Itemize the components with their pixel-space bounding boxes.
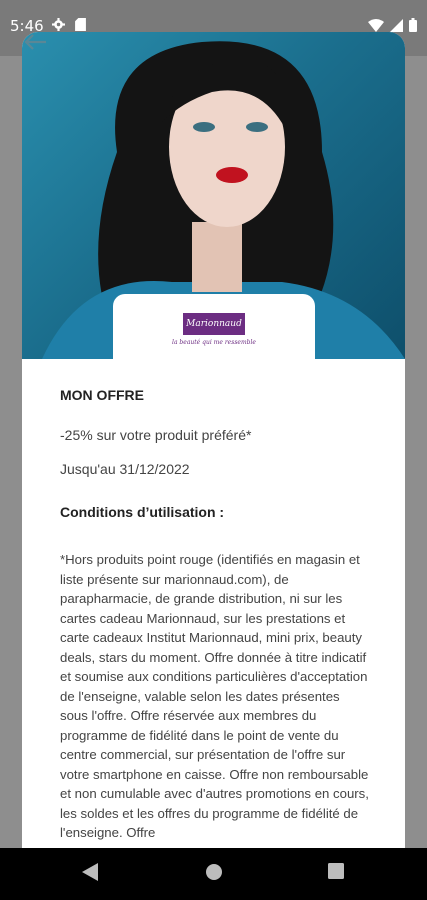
recents-square-icon[interactable] xyxy=(328,863,344,879)
status-right-icons xyxy=(368,18,417,32)
home-circle-icon[interactable] xyxy=(205,863,223,881)
conditions-heading: Conditions d’utilisation : xyxy=(60,504,225,520)
brand-tagline: la beauté qui me ressemble xyxy=(172,339,256,346)
offer-validity: Jusqu'au 31/12/2022 xyxy=(60,461,190,477)
back-triangle-icon[interactable] xyxy=(82,863,98,881)
offer-heading: MON OFFRE xyxy=(60,387,144,403)
offer-description: -25% sur votre produit préféré* xyxy=(60,427,252,443)
offer-content: MON OFFRE -25% sur votre produit préféré… xyxy=(60,387,370,843)
sd-card-icon xyxy=(75,18,86,31)
navigation-bar xyxy=(0,848,427,900)
back-arrow-icon[interactable] xyxy=(22,32,48,52)
conditions-text: *Hors produits point rouge (identifiés e… xyxy=(60,552,369,840)
signal-icon xyxy=(390,18,403,32)
brand-name: Marionnaud xyxy=(186,319,242,329)
status-left-icons xyxy=(52,18,86,31)
offer-sheet: Marionnaud la beauté qui me ressemble MO… xyxy=(22,32,405,880)
brand-logo-card: Marionnaud la beauté qui me ressemble xyxy=(113,294,315,360)
gear-icon xyxy=(52,18,65,31)
wifi-icon xyxy=(368,18,384,32)
brand-logo: Marionnaud xyxy=(183,313,245,335)
battery-icon xyxy=(409,18,417,32)
